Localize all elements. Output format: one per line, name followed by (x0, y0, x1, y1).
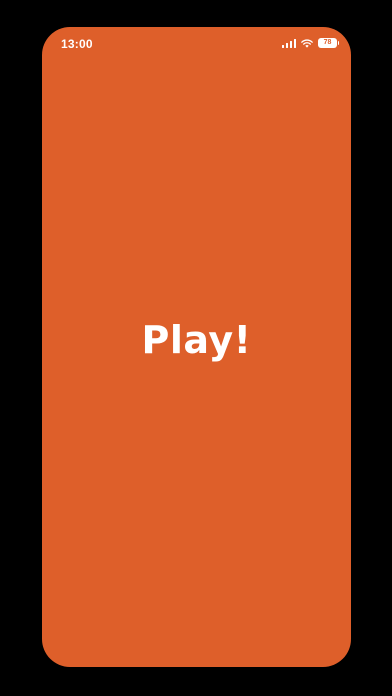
signal-icon (281, 38, 296, 48)
status-icons: 78 (281, 38, 339, 48)
play-screen[interactable]: 13:00 78 Play! (42, 27, 351, 667)
wifi-icon (301, 38, 313, 48)
status-time: 13:00 (61, 37, 93, 51)
battery-icon: 78 (318, 38, 339, 48)
status-bar: 13:00 78 (42, 27, 351, 61)
battery-level: 78 (323, 39, 332, 46)
play-label[interactable]: Play! (42, 318, 351, 362)
